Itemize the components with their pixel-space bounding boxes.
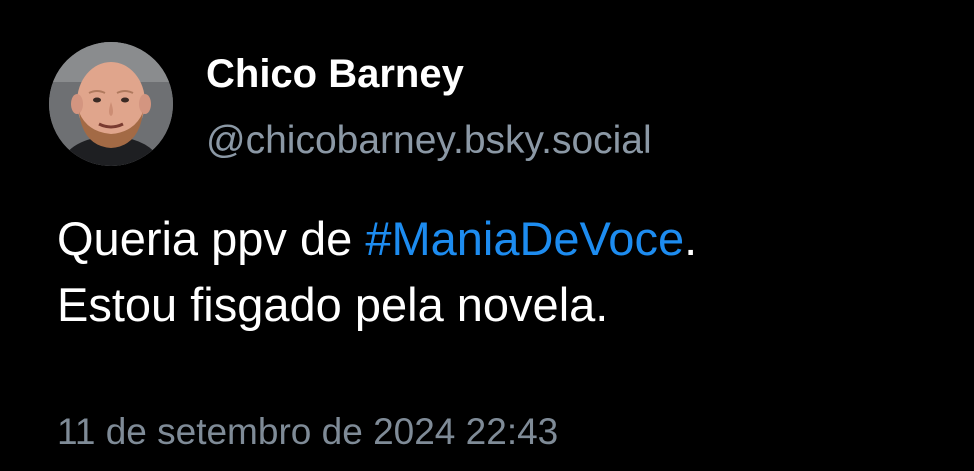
post-body: Queria ppv de #ManiaDeVoce. Estou fisgad… [57, 206, 937, 338]
post-card: Chico Barney @chicobarney.bsky.social Qu… [0, 0, 974, 471]
author-avatar[interactable] [49, 42, 173, 166]
post-text-line-2: Estou fisgado pela novela. [57, 278, 609, 331]
post-text-after-hashtag: . [684, 212, 698, 265]
post-text-before-hashtag: Queria ppv de [57, 212, 366, 265]
author-handle[interactable]: @chicobarney.bsky.social [206, 117, 652, 165]
hashtag-link[interactable]: #ManiaDeVoce [365, 212, 684, 265]
avatar-image [49, 42, 173, 166]
post-text-line-1: Queria ppv de #ManiaDeVoce. [57, 206, 937, 272]
author-display-name[interactable]: Chico Barney [206, 50, 464, 98]
post-timestamp[interactable]: 11 de setembro de 2024 22:43 [57, 408, 558, 456]
